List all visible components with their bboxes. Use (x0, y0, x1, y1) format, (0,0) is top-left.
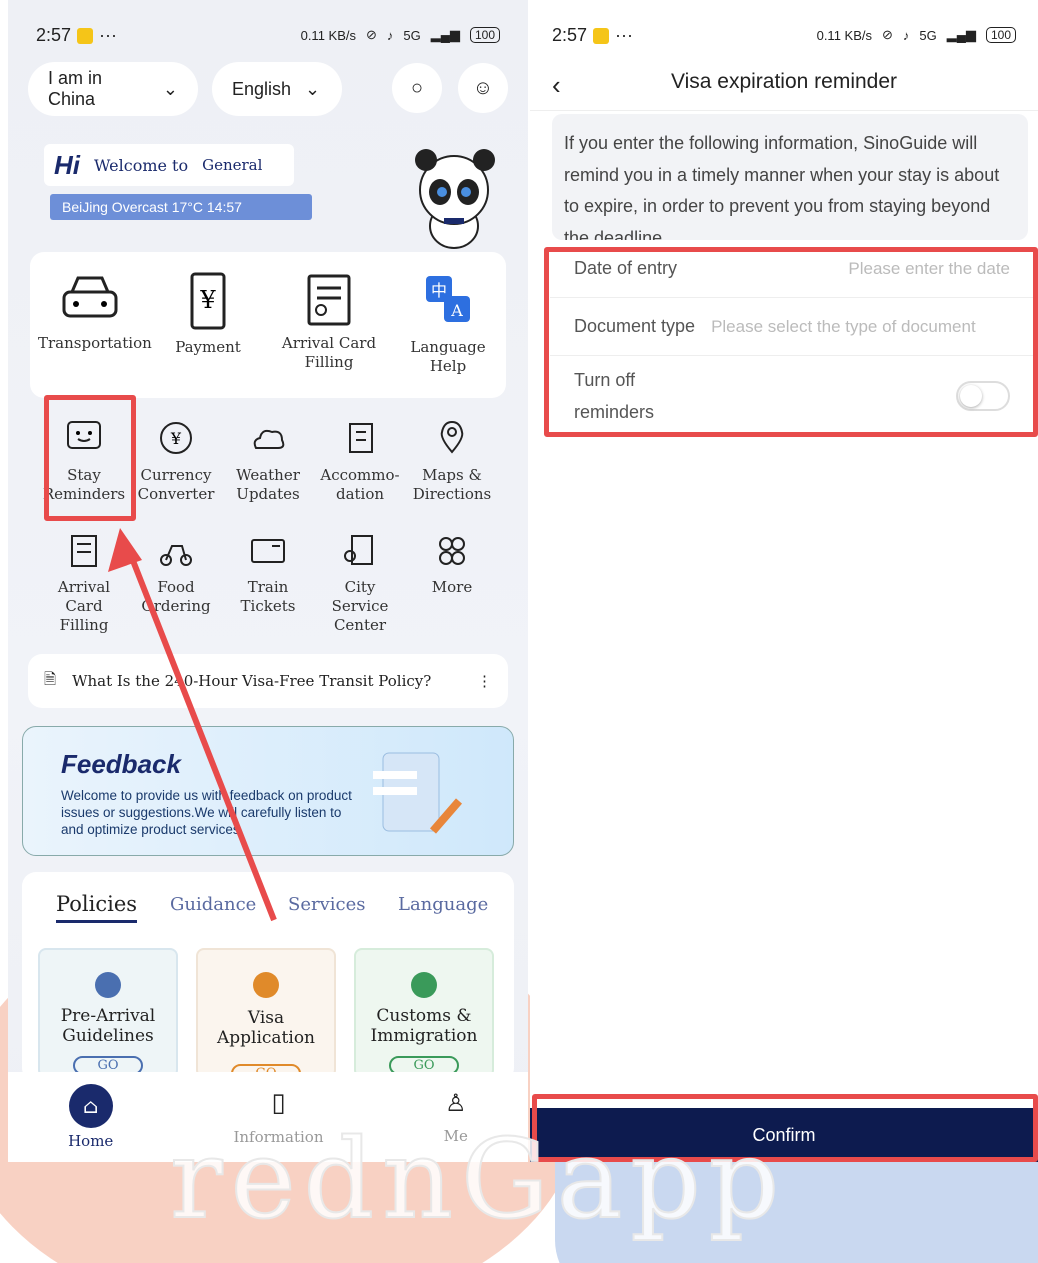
tile-label: Visa Application (216, 1008, 316, 1048)
tile-label: Customs & Immigration (370, 1006, 478, 1046)
nav-home[interactable]: ⌂ Home (68, 1084, 113, 1150)
page-title: Visa expiration reminder (670, 70, 898, 93)
divider (530, 110, 1038, 111)
network-label: 5G (919, 27, 937, 43)
status-time: 2:57 (552, 24, 588, 45)
home-screen: 2:57 ··· 0.11 KB/s ⊘ ♪ 5G ▂▄▆ 100 I am in Chin… (8, 0, 528, 1162)
annotation-arrow-icon (108, 528, 277, 922)
home-icon: ⌂ (68, 1084, 113, 1128)
link-icon: ⊘ (882, 27, 893, 42)
battery-icon: 100 (985, 27, 1016, 43)
mute-icon: ♪ (902, 27, 910, 43)
book-icon: ▯ (271, 1088, 286, 1118)
watermark-text: rednGapp (169, 1114, 788, 1244)
net-speed: 0.11 KB/s (816, 27, 872, 43)
info-box: If you enter the following information, … (552, 114, 1028, 240)
nav-home-label: Home (68, 1132, 114, 1150)
info-text: If you enter the following information, … (564, 133, 1000, 240)
signal-icon: ▂▄▆ (946, 27, 976, 42)
status-bar: 2:57 ··· 0.11 KB/s ⊘ ♪ 5G ▂▄▆ 100 (530, 0, 1038, 70)
visa-reminder-screen: 2:57 ··· 0.11 KB/s ⊘ ♪ 5G ▂▄▆ 100 ‹ Visa expir… (530, 0, 1038, 1162)
status-dots: ··· (615, 24, 634, 45)
highlight-form (544, 247, 1038, 437)
user-icon: ♙ (445, 1089, 467, 1117)
notification-icon (593, 27, 610, 44)
tile-label: Pre-Arrival Guidelines (60, 1006, 156, 1046)
